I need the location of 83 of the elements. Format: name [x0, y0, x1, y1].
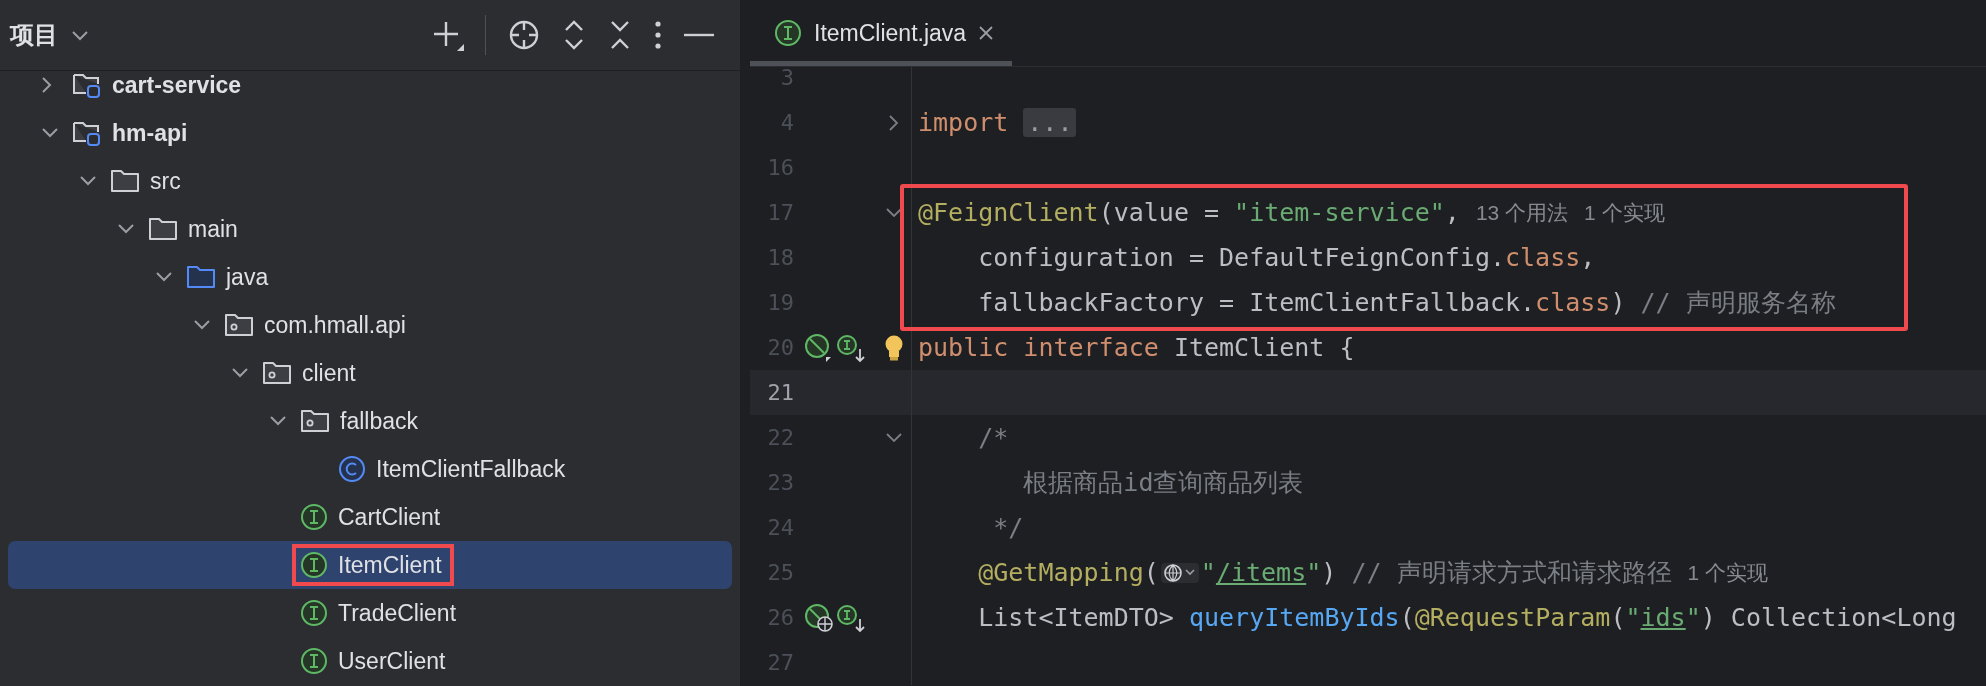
bean-globe-icon[interactable]: [804, 602, 834, 633]
tree-row[interactable]: com.hmall.api: [8, 301, 732, 349]
chevron-right-icon[interactable]: [887, 113, 900, 132]
tree-label[interactable]: java: [226, 263, 269, 291]
tree-label[interactable]: ItemClient: [338, 551, 442, 579]
line-number: 21: [766, 380, 794, 405]
code-text: /*: [977, 423, 1009, 452]
implemented-icon[interactable]: [836, 602, 866, 633]
lightbulb-icon[interactable]: [883, 334, 904, 361]
chevron-down-icon[interactable]: [155, 271, 173, 283]
tree-row[interactable]: java: [8, 253, 732, 301]
globe-icon[interactable]: [1160, 561, 1199, 584]
bean-icon[interactable]: [804, 332, 834, 363]
tree-row[interactable]: TradeClient: [8, 589, 732, 637]
module-folder-icon: [72, 71, 102, 99]
chevron-right-icon[interactable]: [41, 76, 53, 94]
tree-row[interactable]: ItemClientFallback: [8, 445, 732, 493]
package-folder-icon: [300, 408, 330, 434]
interface-icon: [300, 599, 328, 627]
code-text: fallbackFactory = ItemClientFallback.class) // 声明服务名称: [977, 287, 1836, 319]
code-text: "/items") // 声明请求方式和请求路径: [1200, 557, 1672, 589]
interface-icon: [300, 647, 328, 675]
chevron-down-icon[interactable]: [70, 28, 90, 42]
chevron-down-icon[interactable]: [231, 367, 249, 379]
folded-code[interactable]: ...: [1023, 108, 1077, 137]
tree-label[interactable]: com.hmall.api: [264, 311, 406, 339]
tree-row[interactable]: cart-service: [8, 71, 732, 109]
interface-icon: [300, 503, 328, 531]
code-text: List<ItemDTO> queryItemByIds(@RequestParam("ids") Collection<Long: [977, 603, 1957, 632]
tree-label[interactable]: main: [188, 215, 238, 243]
tree-row[interactable]: ItemClient: [8, 541, 732, 589]
chevron-down-icon[interactable]: [193, 319, 211, 331]
module-folder-icon: [72, 119, 102, 147]
tree-label[interactable]: hm-api: [112, 119, 188, 147]
tree-row[interactable]: main: [8, 205, 732, 253]
class-icon: [338, 455, 366, 483]
expand-all-icon[interactable]: [562, 19, 586, 51]
chevron-down-icon[interactable]: [269, 415, 287, 427]
chevron-down-icon[interactable]: [884, 431, 903, 444]
tree-label[interactable]: TradeClient: [338, 599, 457, 627]
tree-label[interactable]: src: [150, 167, 181, 195]
tree-row[interactable]: CartClient: [8, 493, 732, 541]
code-text: @GetMapping(: [977, 558, 1159, 587]
folder-icon: [110, 168, 140, 194]
chevron-down-icon[interactable]: [884, 206, 903, 219]
chevron-down-icon[interactable]: [117, 223, 135, 235]
chevron-down-icon[interactable]: [41, 127, 59, 139]
code-text: public interface ItemClient {: [918, 333, 1355, 362]
implemented-icon[interactable]: [836, 332, 866, 363]
code-text: */: [992, 513, 1024, 542]
inline-hint[interactable]: 1 个实现: [1687, 558, 1769, 587]
tree-row[interactable]: fallback: [8, 397, 732, 445]
code-text: configuration = DefaultFeignConfig.class,: [977, 243, 1596, 272]
tree-row[interactable]: UserClient: [8, 637, 732, 685]
tree-row[interactable]: src: [8, 157, 732, 205]
folder-icon: [186, 264, 216, 290]
tree-label[interactable]: UserClient: [338, 647, 446, 675]
tab-label[interactable]: ItemClient.java: [814, 19, 967, 47]
tree-label[interactable]: cart-service: [112, 71, 242, 99]
crosshair-icon[interactable]: [508, 19, 540, 51]
tree-row[interactable]: client: [8, 349, 732, 397]
tree-label[interactable]: client: [302, 359, 356, 387]
folder-icon: [148, 216, 178, 242]
interface-icon: [300, 551, 328, 579]
code-text: 根据商品id查询商品列表: [1022, 467, 1304, 499]
inline-hint[interactable]: 13 个用法: [1475, 198, 1569, 227]
collapse-all-icon[interactable]: [608, 19, 632, 51]
minimize-icon[interactable]: [684, 33, 714, 37]
interface-icon: [774, 19, 802, 47]
inline-hint[interactable]: 1 个实现: [1584, 198, 1665, 227]
close-icon[interactable]: [978, 25, 995, 41]
panel-title[interactable]: 项目: [10, 19, 58, 51]
package-folder-icon: [224, 312, 254, 338]
tree-label[interactable]: ItemClientFallback: [376, 455, 566, 483]
file-tab[interactable]: ItemClient.java: [750, 0, 1013, 66]
code-text: import: [918, 108, 1009, 137]
package-folder-icon: [262, 360, 292, 386]
chevron-down-icon[interactable]: [79, 175, 97, 187]
code-text: @FeignClient(value = "item-service",: [918, 198, 1460, 227]
tree-row[interactable]: hm-api: [8, 109, 732, 157]
tree-label[interactable]: CartClient: [338, 503, 441, 531]
more-options-icon[interactable]: [654, 20, 662, 50]
tree-label[interactable]: fallback: [340, 407, 418, 435]
